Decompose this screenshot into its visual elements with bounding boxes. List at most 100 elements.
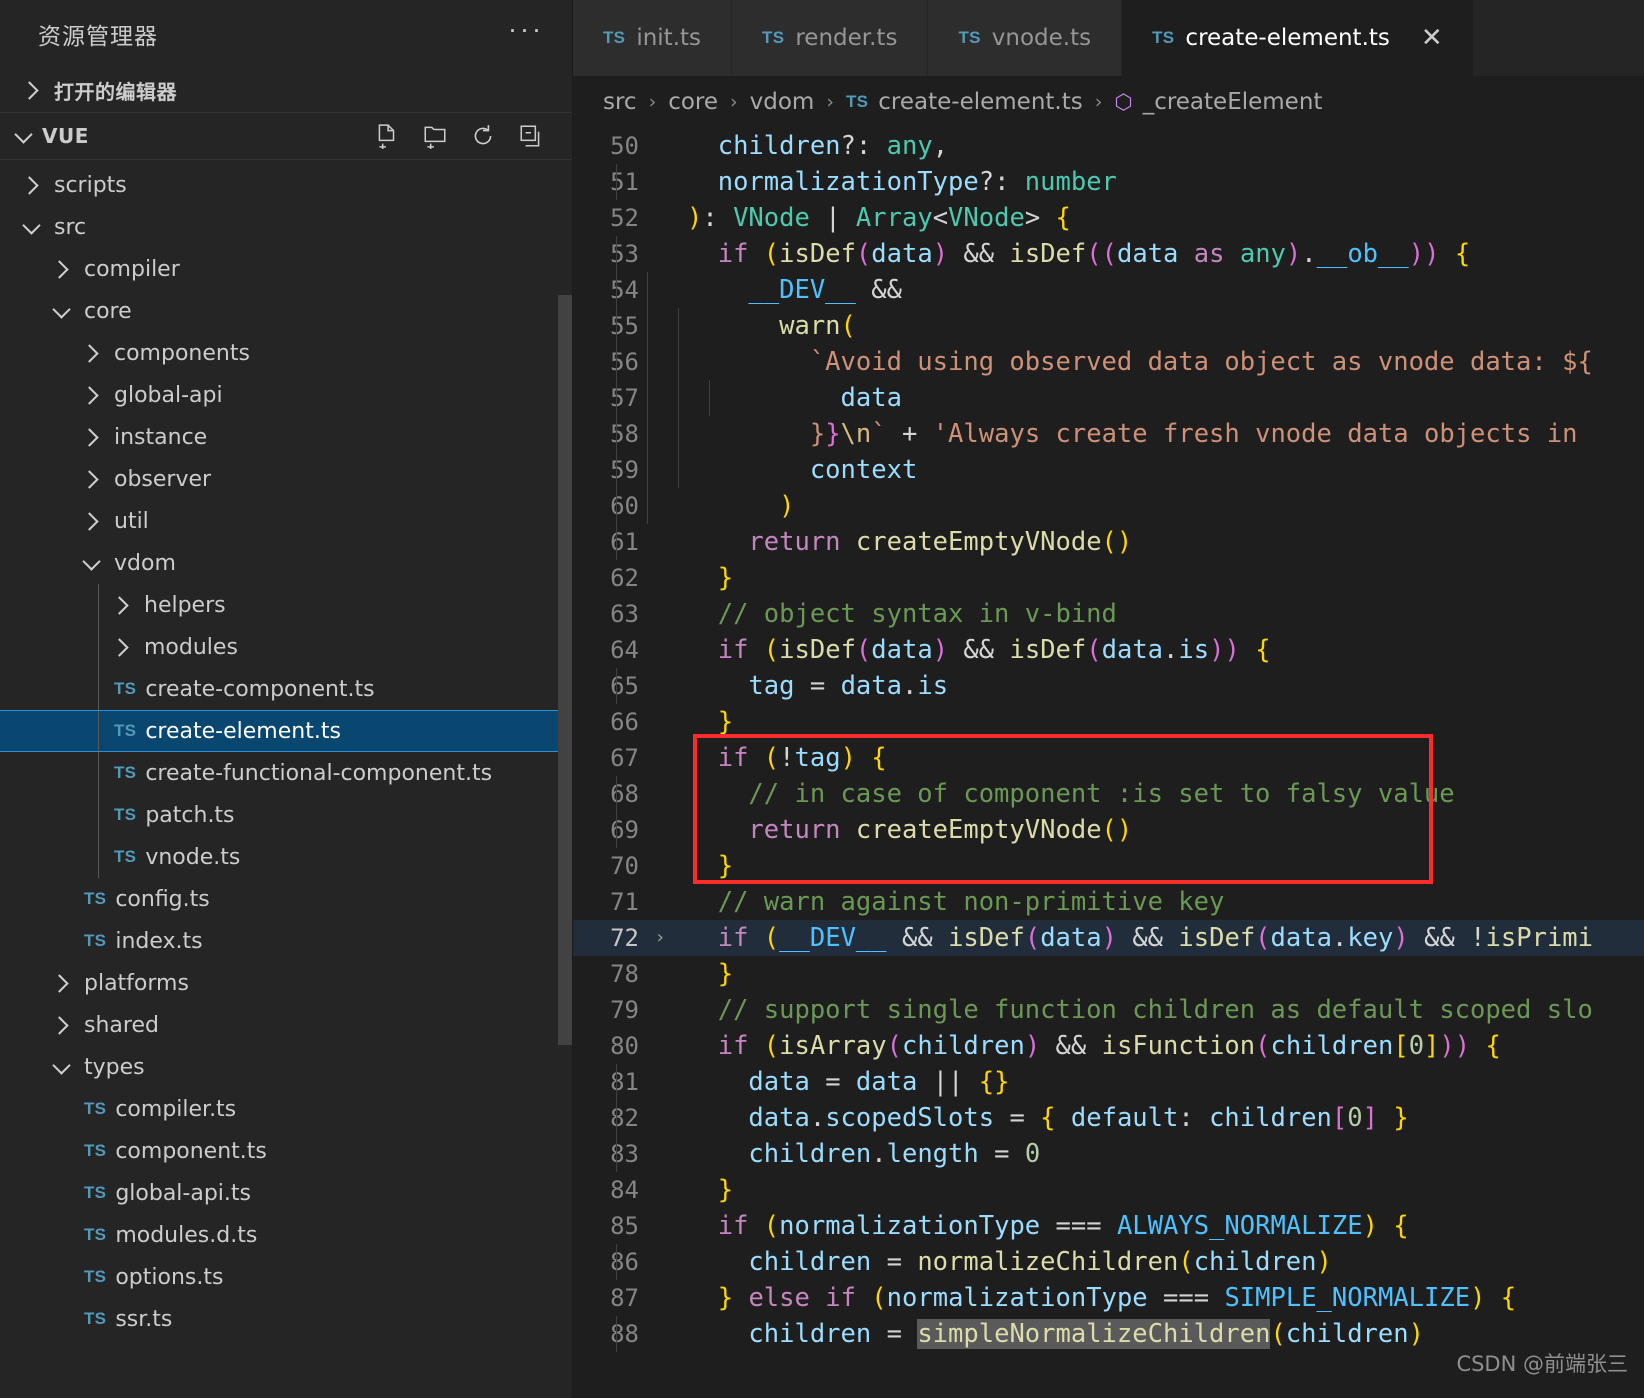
tree-folder-row[interactable]: instance <box>0 416 572 458</box>
code-line[interactable]: 52): VNode | Array<VNode> { <box>573 200 1644 236</box>
code-line[interactable]: 70 } <box>573 848 1644 884</box>
tree-file-row[interactable]: TS options.ts <box>0 1256 572 1298</box>
breadcrumb-item[interactable]: core <box>668 89 718 115</box>
code-line[interactable]: 50 children?: any, <box>573 128 1644 164</box>
code-line[interactable]: 53 if (isDef(data) && isDef((data as any… <box>573 236 1644 272</box>
code-text: } <box>717 563 734 593</box>
new-file-icon[interactable] <box>374 123 400 149</box>
tree-file-row[interactable]: TS create-component.ts <box>0 668 572 710</box>
tree-item-label: components <box>114 340 250 366</box>
code-line[interactable]: 56 `Avoid using observed data object as … <box>573 344 1644 380</box>
tree-folder-row[interactable]: src <box>0 206 572 248</box>
code-line[interactable]: 82 data.scopedSlots = { default: childre… <box>573 1100 1644 1136</box>
code-line[interactable]: 71 // warn against non-primitive key <box>573 884 1644 920</box>
tree-folder-row[interactable]: global-api <box>0 374 572 416</box>
tree-item-label: scripts <box>54 172 127 198</box>
tab-label: init.ts <box>636 25 702 51</box>
tree-item-label: patch.ts <box>145 802 235 828</box>
file-tree[interactable]: scripts src compiler core components global-a… <box>0 160 572 1398</box>
code-line[interactable]: 62 } <box>573 560 1644 596</box>
code-line[interactable]: 63 // object syntax in v-bind <box>573 596 1644 632</box>
code-line[interactable]: 86 children = normalizeChildren(children… <box>573 1244 1644 1280</box>
code-line[interactable]: 61 return createEmptyVNode() <box>573 524 1644 560</box>
close-icon[interactable]: ✕ <box>1421 25 1443 51</box>
code-line[interactable]: 64 if (isDef(data) && isDef(data.is)) { <box>573 632 1644 668</box>
collapse-all-icon[interactable] <box>518 123 544 149</box>
tree-folder-row[interactable]: types <box>0 1046 572 1088</box>
breadcrumb-file[interactable]: create-element.ts <box>878 89 1082 115</box>
tree-file-row[interactable]: TS modules.d.ts <box>0 1214 572 1256</box>
tree-folder-row[interactable]: vdom <box>0 542 572 584</box>
tree-folder-row[interactable]: components <box>0 332 572 374</box>
tree-file-row[interactable]: TS create-functional-component.ts <box>0 752 572 794</box>
code-line[interactable]: 72 › if (__DEV__ && isDef(data) && isDef(… <box>573 920 1644 956</box>
breadcrumb-symbol[interactable]: _createElement <box>1143 89 1323 115</box>
code-line[interactable]: 54 __DEV__ && <box>573 272 1644 308</box>
chevron-right-icon <box>78 466 104 492</box>
code-line[interactable]: 85 if (normalizationType === ALWAYS_NORM… <box>573 1208 1644 1244</box>
tree-folder-row[interactable]: scripts <box>0 164 572 206</box>
open-editors-label: 打开的编辑器 <box>54 79 177 104</box>
breadcrumb-item[interactable]: vdom <box>750 89 815 115</box>
code-line[interactable]: 81 data = data || {} <box>573 1064 1644 1100</box>
code-editor[interactable]: 50 children?: any, 51 normalizationType?:… <box>573 128 1644 1398</box>
indent-guide <box>616 524 617 560</box>
tree-folder-row[interactable]: compiler <box>0 248 572 290</box>
typescript-file-icon: TS <box>114 763 137 782</box>
tree-file-row[interactable]: TS patch.ts <box>0 794 572 836</box>
breadcrumb-separator: › <box>826 91 834 113</box>
code-line[interactable]: 51 normalizationType?: number <box>573 164 1644 200</box>
code-line[interactable]: 83 children.length = 0 <box>573 1136 1644 1172</box>
editor-tab[interactable]: TS vnode.ts <box>928 0 1123 76</box>
code-text: data <box>616 380 902 416</box>
refresh-icon[interactable] <box>470 123 496 149</box>
tree-folder-row[interactable]: observer <box>0 458 572 500</box>
code-line[interactable]: 78 } <box>573 956 1644 992</box>
tree-item-label: modules <box>144 634 238 660</box>
code-line[interactable]: 66 } <box>573 704 1644 740</box>
code-text: ) <box>616 488 794 524</box>
fold-chevron-icon[interactable]: › <box>645 920 675 956</box>
tree-file-row[interactable]: TS component.ts <box>0 1130 572 1172</box>
code-line[interactable]: 65 tag = data.is <box>573 668 1644 704</box>
line-number: 52 <box>610 204 639 232</box>
open-editors-section[interactable]: 打开的编辑器 <box>0 68 572 113</box>
editor-tab[interactable]: TS render.ts <box>732 0 929 76</box>
code-line[interactable]: 60 ) <box>573 488 1644 524</box>
tree-file-row[interactable]: TS ssr.ts <box>0 1298 572 1340</box>
code-line[interactable]: 68 // in case of component :is set to fa… <box>573 776 1644 812</box>
tree-file-row[interactable]: TS compiler.ts <box>0 1088 572 1130</box>
tree-file-row[interactable]: TS index.ts <box>0 920 572 962</box>
tree-file-row[interactable]: TS global-api.ts <box>0 1172 572 1214</box>
editor-tab[interactable]: TS create-element.ts ✕ <box>1122 0 1474 76</box>
code-line[interactable]: 55 warn( <box>573 308 1644 344</box>
code-line[interactable]: 58 }}\n` + 'Always create fresh vnode da… <box>573 416 1644 452</box>
breadcrumb-item[interactable]: src <box>603 89 637 115</box>
code-text: __DEV__ && <box>616 272 902 308</box>
sidebar-scrollbar[interactable] <box>558 295 572 1045</box>
tree-item-label: core <box>84 298 132 324</box>
workspace-header-row[interactable]: VUE <box>0 113 572 160</box>
code-line[interactable]: 80 if (isArray(children) && isFunction(c… <box>573 1028 1644 1064</box>
editor-tab[interactable]: TS init.ts <box>573 0 733 76</box>
line-number: 87 <box>610 1284 639 1312</box>
tree-folder-row[interactable]: helpers <box>0 584 572 626</box>
more-actions-icon[interactable]: ··· <box>508 16 544 43</box>
tree-file-row[interactable]: TS vnode.ts <box>0 836 572 878</box>
tree-item-label: src <box>54 214 87 240</box>
code-line[interactable]: 67 if (!tag) { <box>573 740 1644 776</box>
tree-folder-row[interactable]: platforms <box>0 962 572 1004</box>
tree-folder-row[interactable]: modules <box>0 626 572 668</box>
code-line[interactable]: 57 data <box>573 380 1644 416</box>
code-line[interactable]: 87 } else if (normalizationType === SIMP… <box>573 1280 1644 1316</box>
code-line[interactable]: 84 } <box>573 1172 1644 1208</box>
code-line[interactable]: 79 // support single function children a… <box>573 992 1644 1028</box>
code-line[interactable]: 59 context <box>573 452 1644 488</box>
tree-file-row[interactable]: TS create-element.ts <box>0 710 572 752</box>
tree-folder-row[interactable]: shared <box>0 1004 572 1046</box>
tree-folder-row[interactable]: core <box>0 290 572 332</box>
new-folder-icon[interactable] <box>422 123 448 149</box>
code-line[interactable]: 69 return createEmptyVNode() <box>573 812 1644 848</box>
tree-folder-row[interactable]: util <box>0 500 572 542</box>
tree-file-row[interactable]: TS config.ts <box>0 878 572 920</box>
